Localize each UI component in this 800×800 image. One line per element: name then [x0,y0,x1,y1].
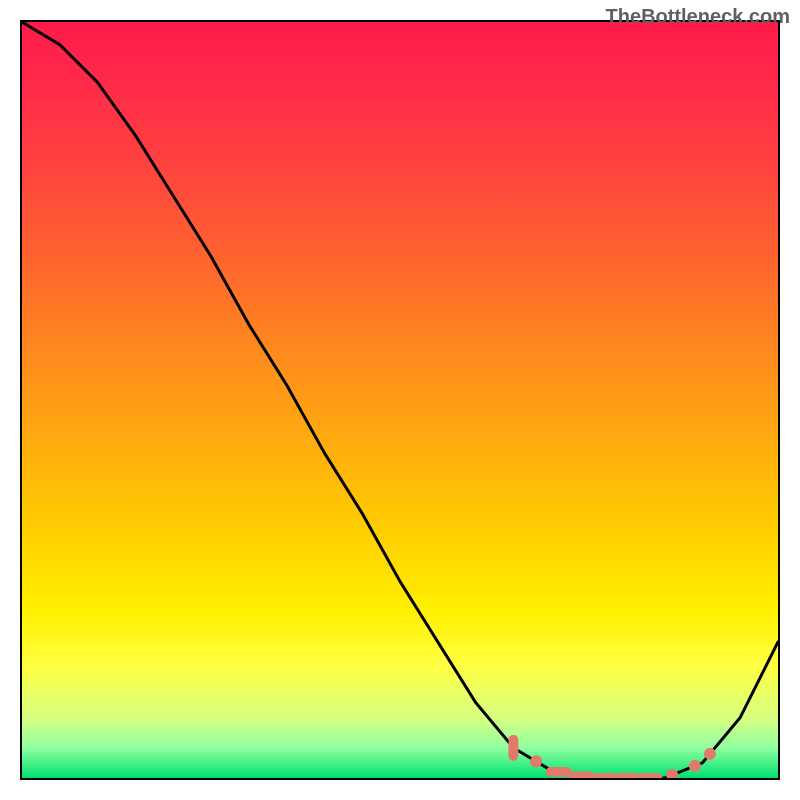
curve-marker [530,755,542,767]
curve-marker [666,769,678,778]
curve-marker [591,773,617,778]
bottleneck-curve [22,22,778,778]
chart-svg [22,22,778,778]
curve-marker [546,767,572,777]
curve-marker [689,760,701,772]
attribution-text: TheBottleneck.com [606,6,790,29]
curve-marker [637,773,663,778]
plot-area [20,20,780,780]
curve-marker [704,748,716,760]
curve-marker [614,773,640,778]
curve-marker [569,772,595,778]
curve-marker [508,735,518,761]
